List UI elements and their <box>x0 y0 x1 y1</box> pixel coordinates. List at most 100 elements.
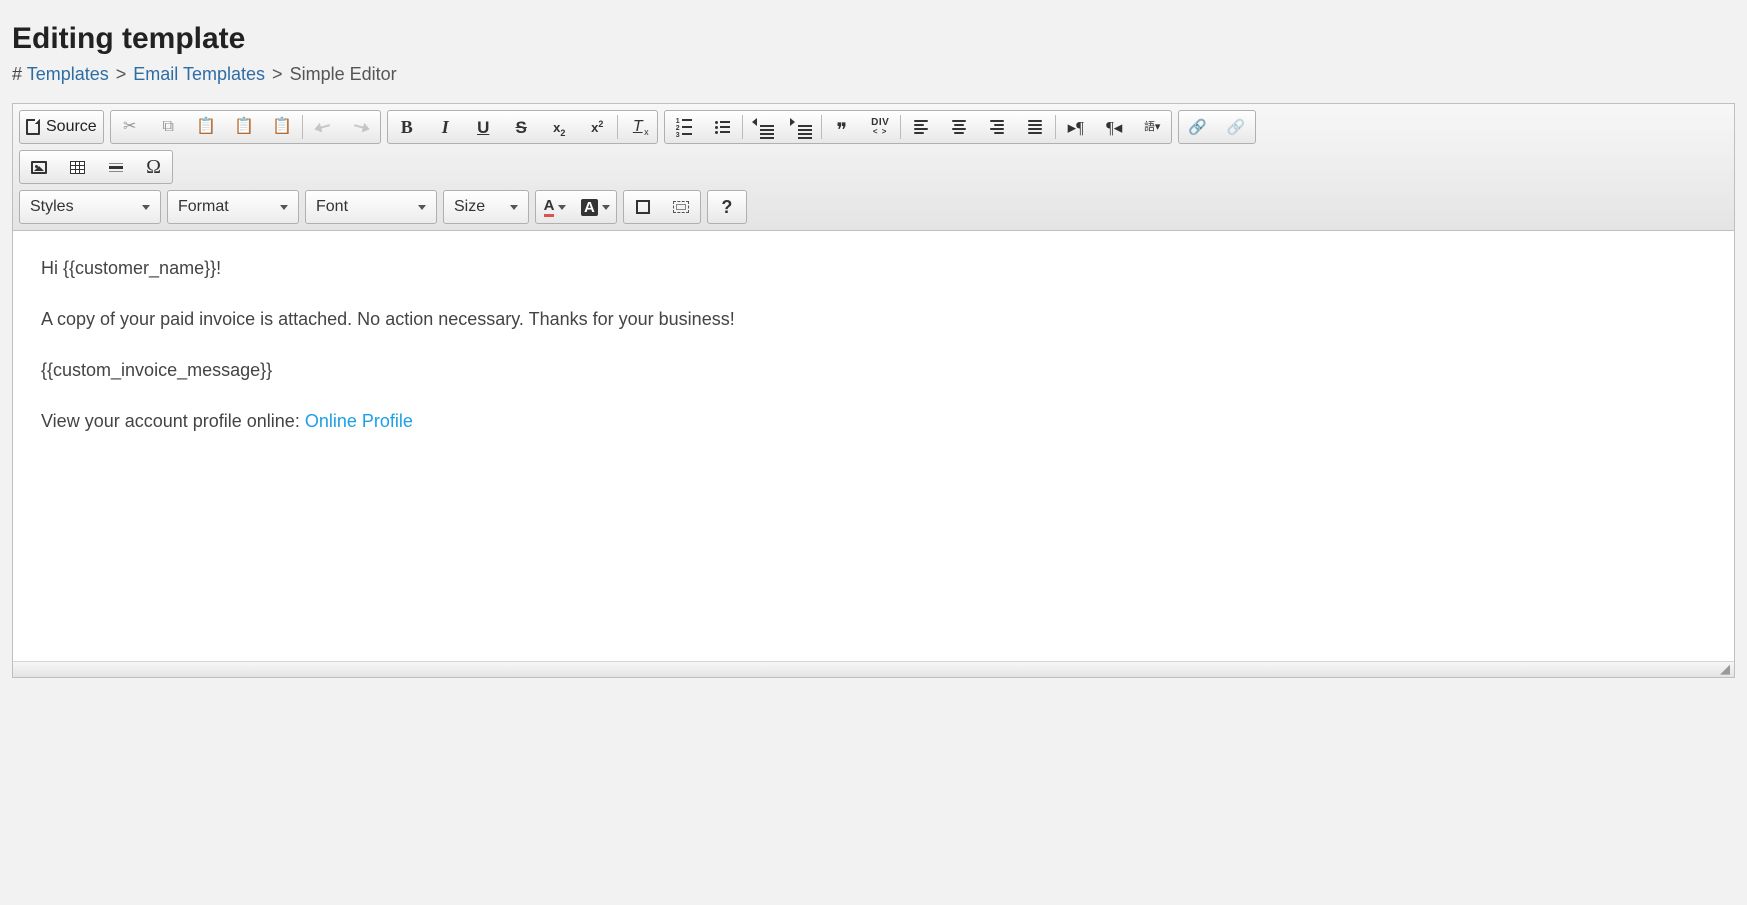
blockquote-icon: ❞ <box>836 126 847 136</box>
show-blocks-icon <box>673 201 689 213</box>
source-button[interactable]: Source <box>20 111 103 143</box>
content-line: View your account profile online: Online… <box>41 408 1706 435</box>
ltr-button[interactable]: ▸¶ <box>1057 111 1095 143</box>
paste-icon: 📋 <box>196 119 216 135</box>
indent-button[interactable] <box>782 111 820 143</box>
size-label: Size <box>454 198 485 216</box>
numbered-list-button[interactable]: 123 <box>665 111 703 143</box>
paste-text-icon: 📋 <box>234 119 254 135</box>
table-icon <box>70 161 85 174</box>
paste-text-button[interactable]: 📋 <box>225 111 263 143</box>
undo-icon <box>316 124 330 130</box>
separator <box>1055 115 1056 139</box>
table-button[interactable] <box>58 151 96 183</box>
align-justify-icon <box>1028 120 1042 134</box>
blockquote-button[interactable]: ❞ <box>823 111 861 143</box>
rtl-icon: ¶◂ <box>1106 119 1122 136</box>
subscript-button[interactable]: x2 <box>540 111 578 143</box>
horizontal-rule-button[interactable] <box>96 151 134 183</box>
format-label: Format <box>178 198 229 216</box>
image-button[interactable] <box>20 151 58 183</box>
content-line: {{custom_invoice_message}} <box>41 357 1706 384</box>
remove-format-button[interactable]: T <box>619 111 657 143</box>
rtl-button[interactable]: ¶◂ <box>1095 111 1133 143</box>
page-title: Editing template <box>12 22 1735 56</box>
bulleted-list-icon <box>715 121 730 134</box>
font-combo[interactable]: Font <box>305 190 437 224</box>
div-icon: DIV< > <box>871 118 889 136</box>
special-char-button[interactable]: Ω <box>134 151 172 183</box>
separator <box>900 115 901 139</box>
styles-label: Styles <box>30 198 74 216</box>
copy-button[interactable]: ⧉ <box>149 111 187 143</box>
bulleted-list-button[interactable] <box>703 111 741 143</box>
strike-icon: S <box>516 119 527 136</box>
text-color-button[interactable]: A <box>536 191 574 223</box>
separator <box>302 115 303 139</box>
align-center-icon <box>952 120 966 134</box>
source-icon <box>26 119 40 135</box>
align-left-button[interactable] <box>902 111 940 143</box>
text-color-icon: A <box>544 198 555 217</box>
undo-button[interactable] <box>304 111 342 143</box>
paste-button[interactable]: 📋 <box>187 111 225 143</box>
breadcrumb-sep: > <box>116 64 127 84</box>
chevron-down-icon <box>280 205 288 210</box>
paste-word-button[interactable]: 📋 <box>263 111 301 143</box>
maximize-button[interactable] <box>624 191 662 223</box>
separator <box>617 115 618 139</box>
unlink-button[interactable]: 🔗 <box>1217 111 1255 143</box>
chevron-down-icon <box>602 205 610 210</box>
separator <box>821 115 822 139</box>
styles-combo[interactable]: Styles <box>19 190 161 224</box>
breadcrumb: # Templates > Email Templates > Simple E… <box>12 64 1735 85</box>
redo-button[interactable] <box>342 111 380 143</box>
indent-icon <box>790 115 812 139</box>
language-icon: 語▾ <box>1144 122 1161 133</box>
about-button[interactable]: ? <box>708 191 746 223</box>
breadcrumb-link-templates[interactable]: Templates <box>27 64 109 84</box>
underline-icon: U <box>477 119 489 136</box>
align-right-icon <box>990 120 1004 134</box>
outdent-button[interactable] <box>744 111 782 143</box>
horizontal-rule-icon <box>109 163 123 172</box>
help-icon: ? <box>721 198 732 216</box>
chevron-down-icon <box>142 205 150 210</box>
redo-icon <box>354 124 368 130</box>
align-center-button[interactable] <box>940 111 978 143</box>
bg-color-button[interactable]: A <box>574 191 616 223</box>
source-label: Source <box>46 119 97 135</box>
chevron-down-icon <box>510 205 518 210</box>
align-right-button[interactable] <box>978 111 1016 143</box>
online-profile-link[interactable]: Online Profile <box>305 411 413 431</box>
resize-handle[interactable] <box>13 661 1734 677</box>
content-line: A copy of your paid invoice is attached.… <box>41 306 1706 333</box>
div-container-button[interactable]: DIV< > <box>861 111 899 143</box>
omega-icon: Ω <box>146 157 161 177</box>
bold-button[interactable]: B <box>388 111 426 143</box>
image-icon <box>31 161 47 174</box>
editor-frame: Source ✂ ⧉ 📋 📋 📋 B I U S x2 x2 <box>12 103 1735 678</box>
show-blocks-button[interactable] <box>662 191 700 223</box>
remove-format-icon: T <box>633 119 643 135</box>
language-button[interactable]: 語▾ <box>1133 111 1171 143</box>
editor-content-area[interactable]: Hi {{customer_name}}! A copy of your pai… <box>13 231 1734 661</box>
underline-button[interactable]: U <box>464 111 502 143</box>
align-justify-button[interactable] <box>1016 111 1054 143</box>
numbered-list-icon: 123 <box>676 118 692 137</box>
link-icon: 🔗 <box>1188 120 1207 135</box>
chevron-down-icon <box>558 205 566 210</box>
cut-button[interactable]: ✂ <box>111 111 149 143</box>
format-combo[interactable]: Format <box>167 190 299 224</box>
size-combo[interactable]: Size <box>443 190 529 224</box>
maximize-icon <box>636 200 650 214</box>
ltr-icon: ▸¶ <box>1068 119 1084 136</box>
editor-toolbar: Source ✂ ⧉ 📋 📋 📋 B I U S x2 x2 <box>13 104 1734 231</box>
italic-button[interactable]: I <box>426 111 464 143</box>
breadcrumb-hash: # <box>12 64 22 84</box>
breadcrumb-link-email-templates[interactable]: Email Templates <box>133 64 265 84</box>
link-button[interactable]: 🔗 <box>1179 111 1217 143</box>
italic-icon: I <box>442 118 449 136</box>
strike-button[interactable]: S <box>502 111 540 143</box>
superscript-button[interactable]: x2 <box>578 111 616 143</box>
